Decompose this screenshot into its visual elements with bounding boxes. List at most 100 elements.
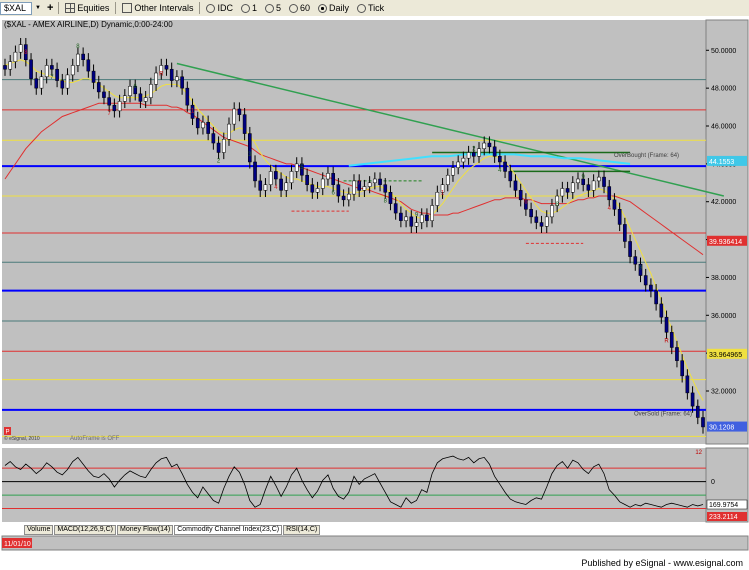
price-bar (284, 182, 289, 191)
oscillator-tick-label: 0 (711, 479, 715, 486)
price-bar (623, 224, 627, 242)
price-bar (680, 360, 684, 377)
price-bar (378, 178, 382, 185)
interval-60-button[interactable]: 60 (285, 0, 314, 16)
price-bar (107, 97, 111, 106)
statusbar: Published by eSignal - www.esignal.com (0, 557, 749, 570)
price-bar (310, 184, 315, 193)
price-bar (628, 241, 632, 257)
symbol-input-text: $XAL (4, 3, 27, 13)
price-bar (414, 222, 419, 227)
equities-label: Equities (77, 3, 110, 13)
price-bar (180, 76, 184, 89)
price-bar (206, 121, 210, 134)
price-bar (466, 152, 471, 159)
price-bar (29, 59, 33, 79)
indicator-tab[interactable]: Money Flow(14) (117, 525, 174, 535)
price-bar (60, 80, 65, 89)
price-bar (195, 118, 200, 129)
add-button[interactable]: + (44, 1, 56, 15)
price-bar (685, 375, 690, 394)
price-bar (597, 176, 601, 182)
oversold-label: OverSold (Frame: 64) (634, 412, 692, 418)
price-chart[interactable]: 87876R1234567891246 8949ROverBought (Fram… (0, 16, 749, 556)
price-bar (237, 108, 242, 115)
price-bar (498, 156, 502, 163)
price-bar (607, 186, 612, 201)
time-axis (1, 535, 749, 551)
daily-button[interactable]: Daily (314, 0, 353, 16)
price-bar (388, 192, 393, 204)
indicator-tab[interactable]: Volume (24, 525, 54, 535)
price-bar (659, 303, 664, 318)
y-tick-label: 46.0000 (711, 124, 736, 131)
price-bar (560, 188, 565, 197)
price-bar (315, 188, 320, 193)
price-bar (221, 139, 226, 153)
price-bar (399, 212, 403, 221)
price-bar (227, 123, 231, 140)
price-bar (419, 214, 424, 223)
chart-title: ($XAL - AMEX AIRLINE,D) Dynamic,0:00-24:… (4, 20, 173, 29)
price-bar (55, 68, 59, 81)
price-bar (289, 171, 294, 184)
oscillator-flag-label: 169.9754 (709, 502, 738, 509)
price-bar (86, 59, 91, 72)
price-bar (690, 392, 695, 407)
price-bar (643, 275, 648, 286)
price-bar (201, 121, 205, 129)
price-bar (503, 161, 507, 172)
price-bar (565, 188, 570, 193)
price-bar (102, 91, 106, 98)
count-label: R (159, 71, 164, 77)
price-bar (456, 161, 460, 168)
price-panel (2, 20, 706, 444)
price-bar (65, 74, 70, 89)
price-bar (331, 173, 335, 185)
symbol-dropdown-arrow[interactable]: ▼ (32, 1, 44, 15)
price-axis (705, 19, 749, 445)
equities-button[interactable]: Equities (61, 0, 113, 16)
price-bar (294, 163, 299, 172)
radio-icon (288, 3, 298, 13)
other-intervals-button[interactable]: Other Intervals (118, 0, 197, 16)
price-bar (695, 405, 700, 418)
price-bar (253, 161, 257, 182)
price-bar (81, 53, 85, 61)
radio-icon (357, 3, 367, 13)
tick-button[interactable]: Tick (353, 0, 388, 16)
price-bar (268, 171, 273, 185)
price-bar (383, 184, 388, 193)
price-bar (529, 209, 533, 218)
idc-button[interactable]: IDC (202, 0, 237, 16)
price-bar (664, 316, 669, 333)
price-bar (305, 174, 309, 185)
price-bar (96, 82, 101, 93)
interval-5-button[interactable]: 5 (261, 0, 285, 16)
price-bar (649, 284, 653, 291)
price-bar (602, 176, 606, 187)
price-bar (701, 417, 705, 428)
price-flag-label: 39.936414 (709, 239, 742, 246)
indicator-tab[interactable]: Commodity Channel Index(23,C) (174, 525, 283, 535)
price-bar (409, 216, 414, 227)
price-bar (44, 65, 49, 78)
y-tick-label: 36.0000 (711, 313, 736, 320)
daily-label: Daily (329, 3, 350, 13)
price-bar (393, 203, 398, 214)
indicator-tab[interactable]: MACD(12,26,9,C) (54, 525, 116, 535)
price-bar (352, 180, 356, 195)
indicator-tabs: Volume MACD(12,26,9,C) Money Flow(14) Commo… (24, 525, 321, 535)
grid-icon (65, 3, 76, 13)
symbol-input[interactable]: $XAL (0, 1, 32, 15)
price-bar (138, 93, 143, 102)
indicator-tab[interactable]: RSI(14,C) (283, 525, 321, 535)
price-bar (570, 182, 575, 193)
interval-1-label: 1 (251, 3, 257, 13)
price-bar (425, 214, 429, 221)
interval-1-button[interactable]: 1 (237, 0, 261, 16)
price-bar (341, 195, 346, 201)
price-bar (518, 190, 523, 201)
price-bar (362, 186, 367, 191)
oscillator-flag-label: 233.2114 (709, 514, 738, 521)
